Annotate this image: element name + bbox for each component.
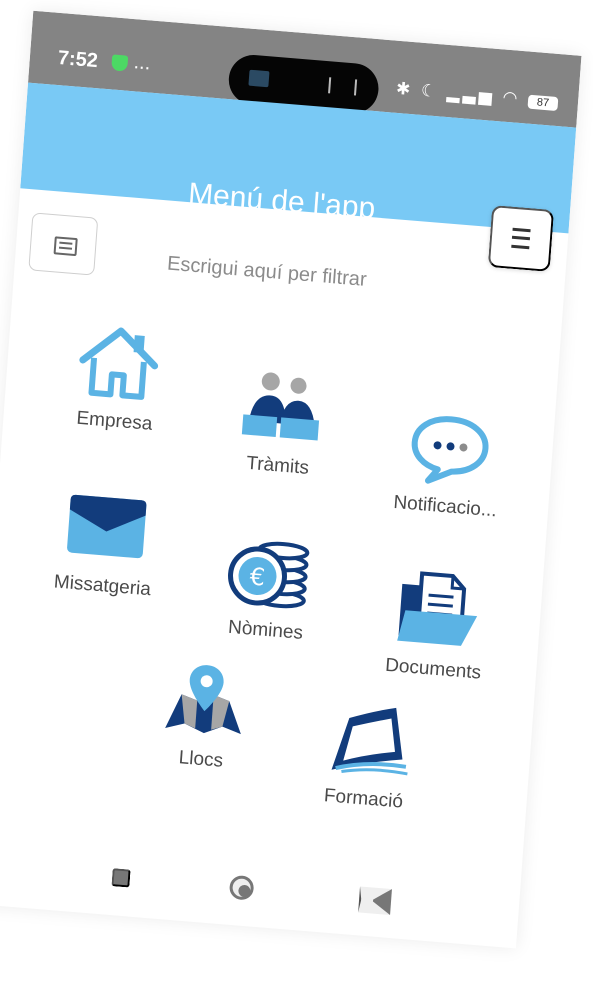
- filter-input[interactable]: [163, 247, 500, 307]
- filter-toggle-button[interactable]: [28, 212, 99, 276]
- menu-item-llocs[interactable]: Llocs: [125, 653, 283, 777]
- media-thumbnail-icon: [248, 69, 270, 88]
- battery-icon: 87: [527, 94, 559, 112]
- menu-item-missatgeria[interactable]: Missatgeria: [27, 479, 185, 603]
- status-icons-text: ✱ ☾ ▂▃▅ ◠: [395, 78, 522, 108]
- menu-item-tramits[interactable]: Tràmits: [202, 359, 360, 483]
- shield-icon: [111, 54, 129, 72]
- menu-item-label: Formació: [323, 785, 404, 813]
- home-button[interactable]: [228, 874, 255, 901]
- menu-item-label: Nòmines: [227, 616, 304, 644]
- notification-dots: ...: [133, 51, 152, 75]
- status-time: 7:52: [57, 46, 99, 73]
- menu-item-documents[interactable]: Documents: [358, 563, 516, 687]
- book-icon: [331, 707, 408, 776]
- chat-bubble-icon: [411, 416, 489, 484]
- status-icons: ✱ ☾ ▂▃▅ ◠ 87: [395, 78, 559, 112]
- envelope-icon: [67, 494, 147, 559]
- card-list-icon: [53, 236, 78, 257]
- menu-item-formacio[interactable]: Formació: [288, 693, 446, 817]
- back-button[interactable]: [358, 886, 392, 916]
- house-icon: [79, 327, 159, 400]
- menu-item-label: Empresa: [75, 407, 154, 435]
- phone-screenshot: 7:52 ... ✱ ☾ ▂▃▅ ◠ 87 Menú de l'app Escr…: [0, 0, 591, 999]
- recents-button[interactable]: [111, 868, 131, 888]
- euro-coins-icon: €: [228, 541, 310, 609]
- menu-item-label: Llocs: [178, 747, 224, 772]
- people-desk-icon: [241, 372, 320, 441]
- svg-text:€: €: [249, 562, 266, 591]
- menu-item-label: Tràmits: [245, 452, 310, 479]
- map-pin-icon: [165, 665, 241, 735]
- app-screen: 7:52 ... ✱ ☾ ▂▃▅ ◠ 87 Menú de l'app Escr…: [0, 10, 582, 949]
- menu-item-empresa[interactable]: Empresa: [39, 315, 197, 439]
- folder-documents-icon: [397, 571, 478, 646]
- menu-item-label: Documents: [384, 654, 482, 684]
- menu-item-nomines[interactable]: € Nòmines: [190, 524, 348, 648]
- menu-item-label: Notificacio...: [392, 491, 498, 522]
- android-navigation-bar: [0, 821, 522, 948]
- menu-item-label: Missatgeria: [53, 571, 152, 601]
- menu-item-notificacions[interactable]: Notificacio...: [369, 400, 527, 524]
- audio-wave-icon: [328, 77, 358, 96]
